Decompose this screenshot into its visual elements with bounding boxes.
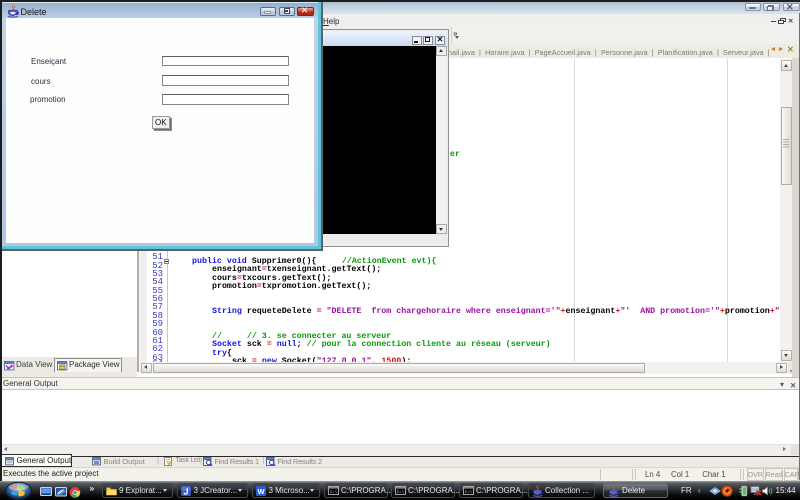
svg-text:C:\: C:\ xyxy=(465,490,473,495)
svg-text:W: W xyxy=(257,487,265,496)
svg-text:C:\: C:\ xyxy=(330,490,338,495)
svg-text:C:\: C:\ xyxy=(397,490,405,495)
